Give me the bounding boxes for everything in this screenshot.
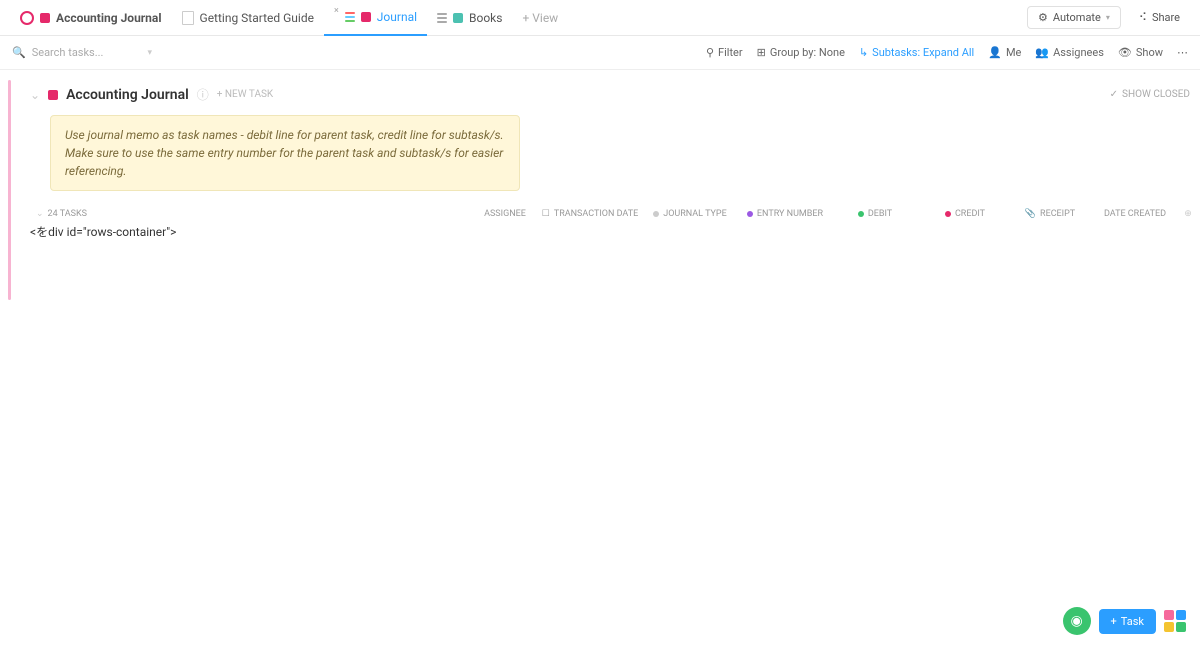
close-icon[interactable]: × <box>334 6 339 16</box>
list-color-icon <box>453 13 463 23</box>
column-headers: ⌄24 TASKS ASSIGNEE ☐TRANSACTION DATE JOU… <box>30 205 1190 223</box>
automate-label: Automate <box>1053 11 1101 24</box>
add-view-label: + View <box>522 11 558 25</box>
person-icon: 👤 <box>988 46 1002 59</box>
filter-label: Filter <box>718 46 743 59</box>
list-color-icon <box>361 12 371 22</box>
filter-button[interactable]: ⚲ Filter <box>706 46 743 59</box>
fab-record[interactable]: ◉ <box>1063 607 1091 635</box>
show-label: Show <box>1136 46 1163 59</box>
assignees-label: Assignees <box>1053 46 1104 59</box>
col-debit[interactable]: DEBIT <box>830 209 920 219</box>
tab-journal[interactable]: × Journal <box>324 0 427 36</box>
calendar-icon: ☐ <box>542 209 550 219</box>
doc-icon <box>182 11 194 25</box>
col-credit[interactable]: CREDIT <box>920 209 1010 219</box>
fab-new-task[interactable]: + Task <box>1099 609 1156 634</box>
chevron-down-icon: ▾ <box>1106 13 1110 22</box>
breadcrumb-root[interactable]: Accounting Journal <box>10 0 172 36</box>
list-color-icon <box>48 90 58 100</box>
breadcrumb-root-label: Accounting Journal <box>56 11 162 25</box>
tab-label: Journal <box>377 10 417 24</box>
group-label: Group by: None <box>770 46 845 59</box>
list-view-icon <box>345 12 355 22</box>
list-view-icon <box>437 13 447 23</box>
list-content: ⌄ Accounting Journal ⓘ + NEW TASK ✓ SHOW… <box>0 70 1200 300</box>
dot-icon <box>653 211 659 217</box>
subtasks-label: Subtasks: Expand All <box>872 46 974 59</box>
memo-line1: Use journal memo as task names - debit l… <box>65 126 505 144</box>
search-icon: 🔍 <box>12 46 26 59</box>
assignees-button[interactable]: 👥 Assignees <box>1035 46 1104 59</box>
tab-label: Getting Started Guide <box>200 11 314 25</box>
fab-container: ◉ + Task <box>1063 607 1186 635</box>
new-task-button[interactable]: + NEW TASK <box>217 89 273 100</box>
check-icon: ✓ <box>1110 89 1118 100</box>
tab-label: Books <box>469 11 502 25</box>
list-color-icon <box>40 13 50 23</box>
share-button[interactable]: ⠪ Share <box>1129 7 1190 28</box>
filter-icon: ⚲ <box>706 46 714 59</box>
fab-task-label: Task <box>1121 615 1144 628</box>
subtask-icon: ↳ <box>859 46 868 59</box>
tab-books[interactable]: Books <box>427 0 512 36</box>
attachment-icon: 📎 <box>1025 209 1036 219</box>
subtasks-button[interactable]: ↳ Subtasks: Expand All <box>859 46 974 59</box>
col-entry[interactable]: ENTRY NUMBER <box>740 209 830 219</box>
dot-icon <box>945 211 951 217</box>
page-title: Accounting Journal <box>66 87 189 103</box>
tab-getting-started[interactable]: Getting Started Guide <box>172 0 324 36</box>
col-txdate[interactable]: ☐TRANSACTION DATE <box>540 209 640 219</box>
more-button[interactable]: ⋯ <box>1177 46 1188 59</box>
add-view-button[interactable]: + View <box>512 0 568 36</box>
share-label: Share <box>1152 11 1180 24</box>
show-closed-toggle[interactable]: ✓ SHOW CLOSED <box>1110 89 1190 100</box>
group-icon: ⊞ <box>757 46 766 59</box>
more-icon: ⋯ <box>1177 46 1188 59</box>
memo-line2: Make sure to use the same entry number f… <box>65 144 505 180</box>
plus-icon: + <box>1111 615 1117 628</box>
col-created[interactable]: DATE CREATED <box>1090 209 1180 219</box>
list-toolbar: 🔍 Search tasks... ▾ ⚲ Filter ⊞ Group by: N… <box>0 36 1200 70</box>
page-header: ⌄ Accounting Journal ⓘ + NEW TASK ✓ SHOW… <box>30 80 1190 109</box>
me-button[interactable]: 👤 Me <box>988 46 1021 59</box>
people-icon: 👥 <box>1035 46 1049 59</box>
eye-icon: 👁 <box>1118 46 1132 59</box>
description-memo: Use journal memo as task names - debit l… <box>50 115 520 191</box>
automate-button[interactable]: ⚙ Automate ▾ <box>1027 6 1121 29</box>
robot-icon: ⚙ <box>1038 11 1048 24</box>
show-button[interactable]: 👁 Show <box>1118 46 1163 59</box>
dot-icon <box>747 211 753 217</box>
me-label: Me <box>1006 46 1021 59</box>
col-receipt[interactable]: 📎RECEIPT <box>1010 209 1090 219</box>
add-column-button[interactable]: ⊕ <box>1180 209 1196 219</box>
collapse-icon[interactable]: ⌄ <box>30 88 40 102</box>
share-icon: ⠪ <box>1139 11 1147 24</box>
col-journal[interactable]: JOURNAL TYPE <box>640 209 740 219</box>
show-closed-label: SHOW CLOSED <box>1122 89 1190 100</box>
group-button[interactable]: ⊞ Group by: None <box>757 46 845 59</box>
search-placeholder: Search tasks... <box>32 46 104 59</box>
top-breadcrumb-bar: Accounting Journal Getting Started Guide… <box>0 0 1200 36</box>
group-color-bar <box>8 80 11 300</box>
fab-apps[interactable] <box>1164 610 1186 632</box>
chevron-down-icon: ▾ <box>147 48 152 58</box>
search-input[interactable]: 🔍 Search tasks... ▾ <box>12 46 152 59</box>
task-count-label: ⌄24 TASKS <box>30 209 470 219</box>
space-icon <box>20 11 34 25</box>
info-icon[interactable]: ⓘ <box>197 86 209 103</box>
dot-icon <box>858 211 864 217</box>
collapse-icon[interactable]: ⌄ <box>36 209 44 219</box>
col-assignee[interactable]: ASSIGNEE <box>470 209 540 219</box>
